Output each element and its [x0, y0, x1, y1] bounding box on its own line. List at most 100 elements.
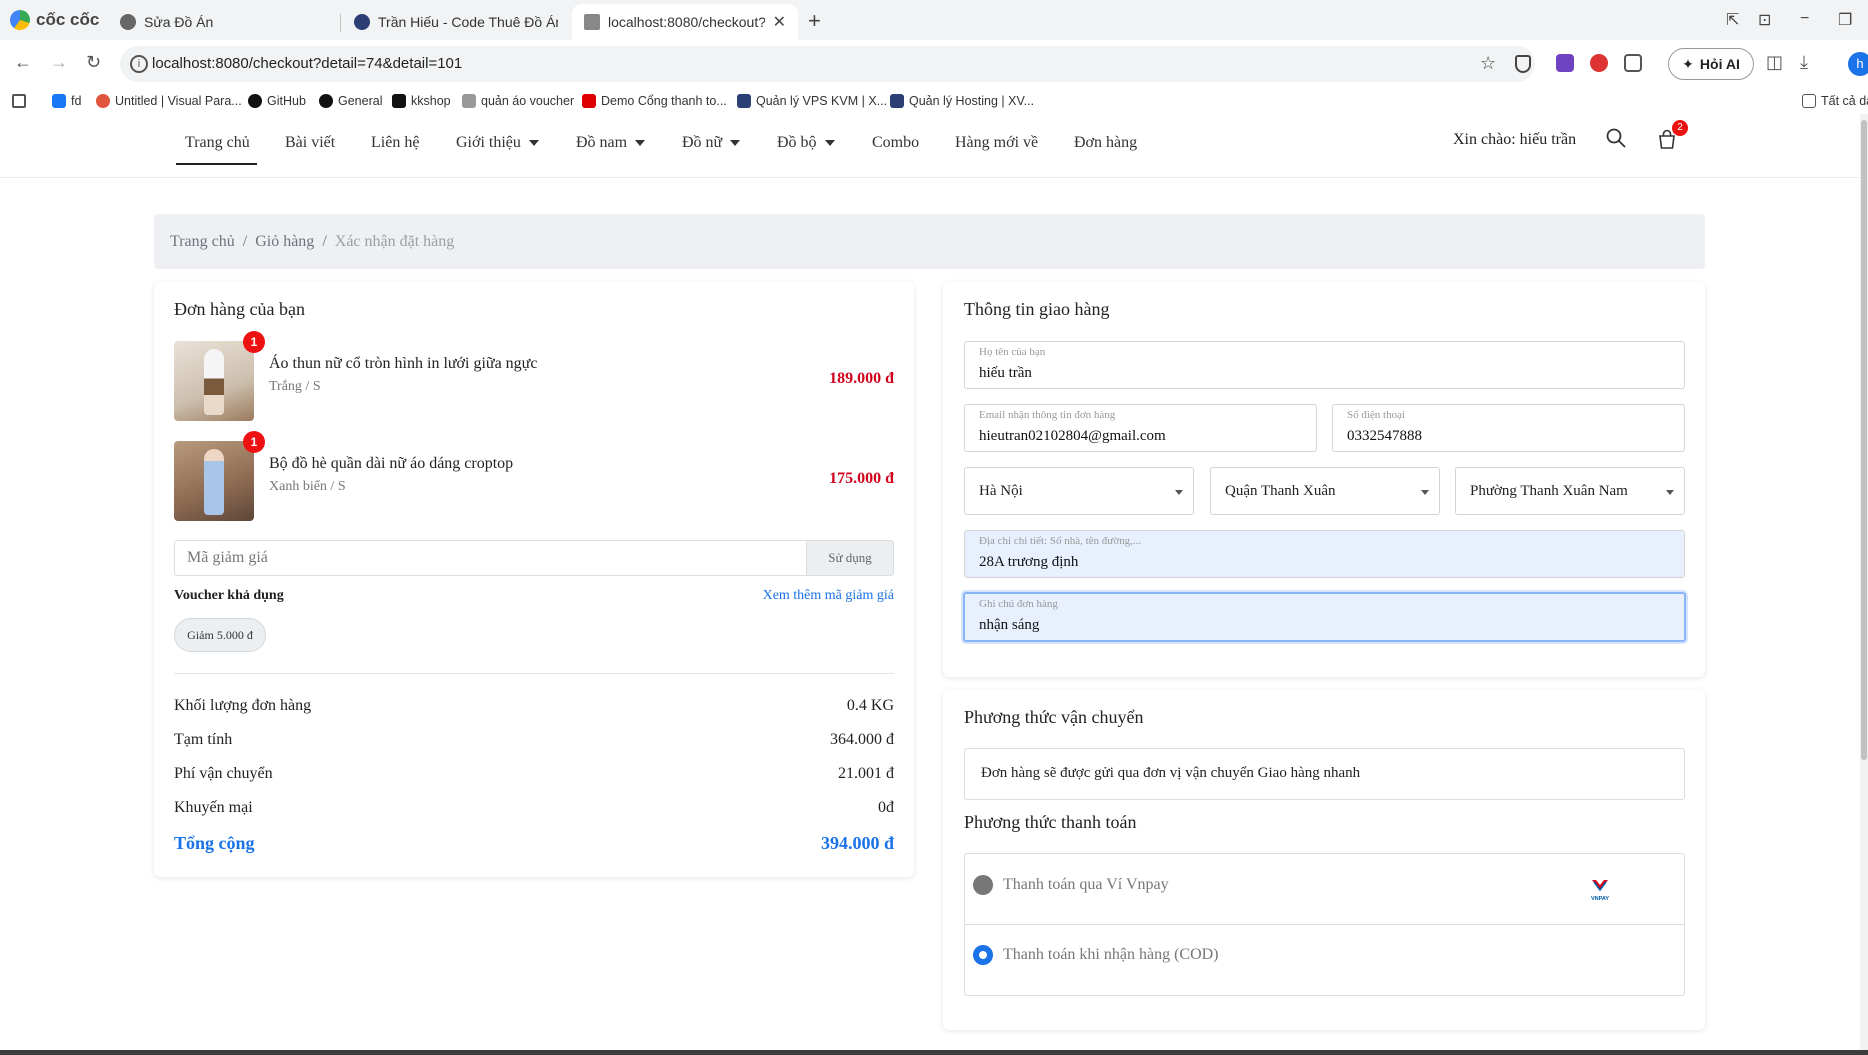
breadcrumb-home[interactable]: Trang chủ: [170, 233, 235, 251]
payment-option-cod[interactable]: Thanh toán khi nhận hàng (COD): [1003, 946, 1219, 964]
product-image[interactable]: [174, 341, 254, 421]
breadcrumb-separator: /: [322, 232, 327, 250]
close-icon[interactable]: ✕: [773, 12, 786, 32]
nav-item-posts[interactable]: Bài viết: [285, 134, 335, 152]
ask-ai-button[interactable]: ✦ Hỏi AI: [1668, 48, 1754, 80]
order-note-field[interactable]: Ghi chú đơn hàng nhận sáng: [963, 592, 1686, 642]
summary-label: Khối lượng đơn hàng: [174, 697, 312, 714]
field-label: Email nhận thông tin đơn hàng: [979, 409, 1116, 421]
voucher-chip[interactable]: Giảm 5.000 đ: [174, 618, 266, 652]
download-icon[interactable]: ⤓: [1800, 52, 1808, 73]
bookmark-item[interactable]: Quản lý Hosting | XV...: [890, 88, 1034, 114]
reload-icon[interactable]: ↻: [86, 52, 101, 73]
bookmark-item[interactable]: Quản lý VPS KVM | X...: [737, 88, 887, 114]
browser-tab[interactable]: Sửa Đồ Án: [108, 4, 340, 40]
facebook-icon: [52, 94, 66, 108]
order-item: 1 Bộ đồ hè quần dài nữ áo dáng croptop X…: [174, 431, 894, 521]
field-value[interactable]: nhận sáng: [979, 617, 1039, 634]
page-scrollbar-thumb[interactable]: [1861, 120, 1867, 760]
product-image[interactable]: [174, 441, 254, 521]
forward-icon[interactable]: →: [50, 52, 68, 73]
address-field[interactable]: Địa chỉ chi tiết: Số nhà, tên đường,... …: [964, 530, 1685, 578]
url-text[interactable]: localhost:8080/checkout?detail=74&detail…: [152, 55, 462, 72]
ward-select[interactable]: Phường Thanh Xuân Nam: [1455, 467, 1685, 515]
chevron-down-icon: [528, 140, 539, 147]
nav-item-home[interactable]: Trang chủ: [185, 134, 250, 152]
all-bookmarks[interactable]: Tất cả dấ: [1802, 88, 1868, 114]
product-name[interactable]: Bộ đồ hè quần dài nữ áo dáng croptop: [269, 455, 513, 473]
taskbar-edge: [0, 1050, 1868, 1055]
site-info-icon[interactable]: i: [130, 55, 148, 73]
payment-title: Phương thức thanh toán: [964, 812, 1137, 832]
site-icon: [890, 94, 904, 108]
nav-item-women[interactable]: Đồ nữ: [682, 134, 741, 152]
bookmark-star-icon[interactable]: ☆: [1480, 53, 1496, 74]
apps-grid-icon[interactable]: [12, 88, 26, 114]
nav-item-combo[interactable]: Combo: [872, 134, 919, 152]
profile-avatar[interactable]: h: [1848, 52, 1868, 76]
browser-tab[interactable]: Trần Hiếu - Code Thuê Đồ Án - J: [342, 4, 570, 40]
nav-item-men[interactable]: Đồ nam: [576, 134, 646, 152]
province-select[interactable]: Hà Nội: [964, 467, 1194, 515]
browser-tab-active[interactable]: localhost:8080/checkout?de ✕: [572, 4, 798, 40]
phone-field[interactable]: Số điện thoại 0332547888: [1332, 404, 1685, 452]
district-select[interactable]: Quận Thanh Xuân: [1210, 467, 1440, 515]
field-label: Họ tên của bạn: [979, 346, 1046, 358]
user-greeting[interactable]: Xin chào: hiếu trần: [1453, 131, 1576, 149]
sparkle-icon: ✦: [1682, 55, 1694, 72]
bookmark-item[interactable]: fd: [52, 88, 81, 114]
extensions-puzzle-icon[interactable]: [1624, 54, 1642, 72]
bookmark-item[interactable]: kkshop: [392, 88, 451, 114]
payment-option-vnpay[interactable]: Thanh toán qua Ví Vnpay: [1003, 876, 1169, 894]
quantity-badge: 1: [243, 331, 265, 353]
minimize-icon[interactable]: −: [1800, 10, 1809, 28]
ask-ai-label: Hỏi AI: [1699, 56, 1740, 72]
globe-icon: [120, 14, 136, 30]
field-label: Ghi chú đơn hàng: [979, 598, 1058, 610]
nav-item-new-arrivals[interactable]: Hàng mới về: [955, 134, 1038, 152]
vnpay-radio[interactable]: [973, 875, 993, 895]
shield-icon[interactable]: [1515, 55, 1531, 73]
tab-title: Sửa Đồ Án: [144, 14, 214, 30]
new-tab-icon[interactable]: +: [808, 8, 821, 34]
bookmark-item[interactable]: quản áo voucher: [462, 88, 574, 114]
browser-brand[interactable]: cốc cốc: [10, 10, 99, 30]
back-icon[interactable]: ←: [14, 52, 32, 73]
nav-item-contact[interactable]: Liên hệ: [371, 134, 419, 152]
extension-icon[interactable]: [1556, 54, 1574, 72]
product-name[interactable]: Áo thun nữ cổ tròn hình in lưới giữa ngự…: [269, 355, 537, 373]
nav-item-sets[interactable]: Đồ bộ: [777, 134, 835, 152]
bookmark-item[interactable]: Untitled | Visual Para...: [96, 88, 242, 114]
field-value[interactable]: 0332547888: [1347, 428, 1422, 445]
extension-icon[interactable]: [1590, 54, 1608, 72]
search-tabs-icon[interactable]: ⇱: [1726, 10, 1739, 30]
breadcrumb-cart[interactable]: Giỏ hàng: [255, 233, 314, 251]
field-value[interactable]: hieutran02102804@gmail.com: [979, 428, 1166, 445]
nav-item-orders[interactable]: Đơn hàng: [1074, 134, 1137, 152]
more-vouchers-link[interactable]: Xem thêm mã giảm giá: [763, 588, 894, 604]
summary-row-shipping: Phí vận chuyển 21.001 đ: [174, 765, 894, 783]
sidebar-icon[interactable]: ◫: [1766, 52, 1783, 73]
name-field[interactable]: Họ tên của bạn hiếu trần: [964, 341, 1685, 389]
nav-item-about[interactable]: Giới thiệu: [456, 134, 539, 152]
bookmark-item[interactable]: General: [319, 88, 382, 114]
bookmark-item[interactable]: Demo Cổng thanh to...: [582, 88, 727, 114]
search-icon[interactable]: [1606, 128, 1626, 148]
dropdown-arrow-icon: [1666, 490, 1674, 495]
field-value[interactable]: 28A trương định: [979, 554, 1078, 571]
chevron-down-icon: [730, 140, 741, 147]
coupon-input[interactable]: [174, 540, 806, 576]
email-field[interactable]: Email nhận thông tin đơn hàng hieutran02…: [964, 404, 1317, 452]
apply-coupon-button[interactable]: Sử dụng: [806, 540, 894, 576]
chevron-down-icon: [824, 140, 835, 147]
summary-value: 0đ: [878, 799, 894, 816]
cod-radio[interactable]: [973, 945, 993, 965]
field-value[interactable]: hiếu trần: [979, 365, 1032, 382]
summary-row-subtotal: Tạm tính 364.000 đ: [174, 731, 894, 749]
screenshot-icon[interactable]: ⊡: [1758, 10, 1771, 30]
maximize-icon[interactable]: ❐: [1838, 10, 1852, 30]
bookmark-item[interactable]: GitHub: [248, 88, 306, 114]
product-figure: [204, 449, 224, 515]
order-item: 1 Áo thun nữ cổ tròn hình in lưới giữa n…: [174, 331, 894, 421]
vp-icon: [582, 94, 596, 108]
